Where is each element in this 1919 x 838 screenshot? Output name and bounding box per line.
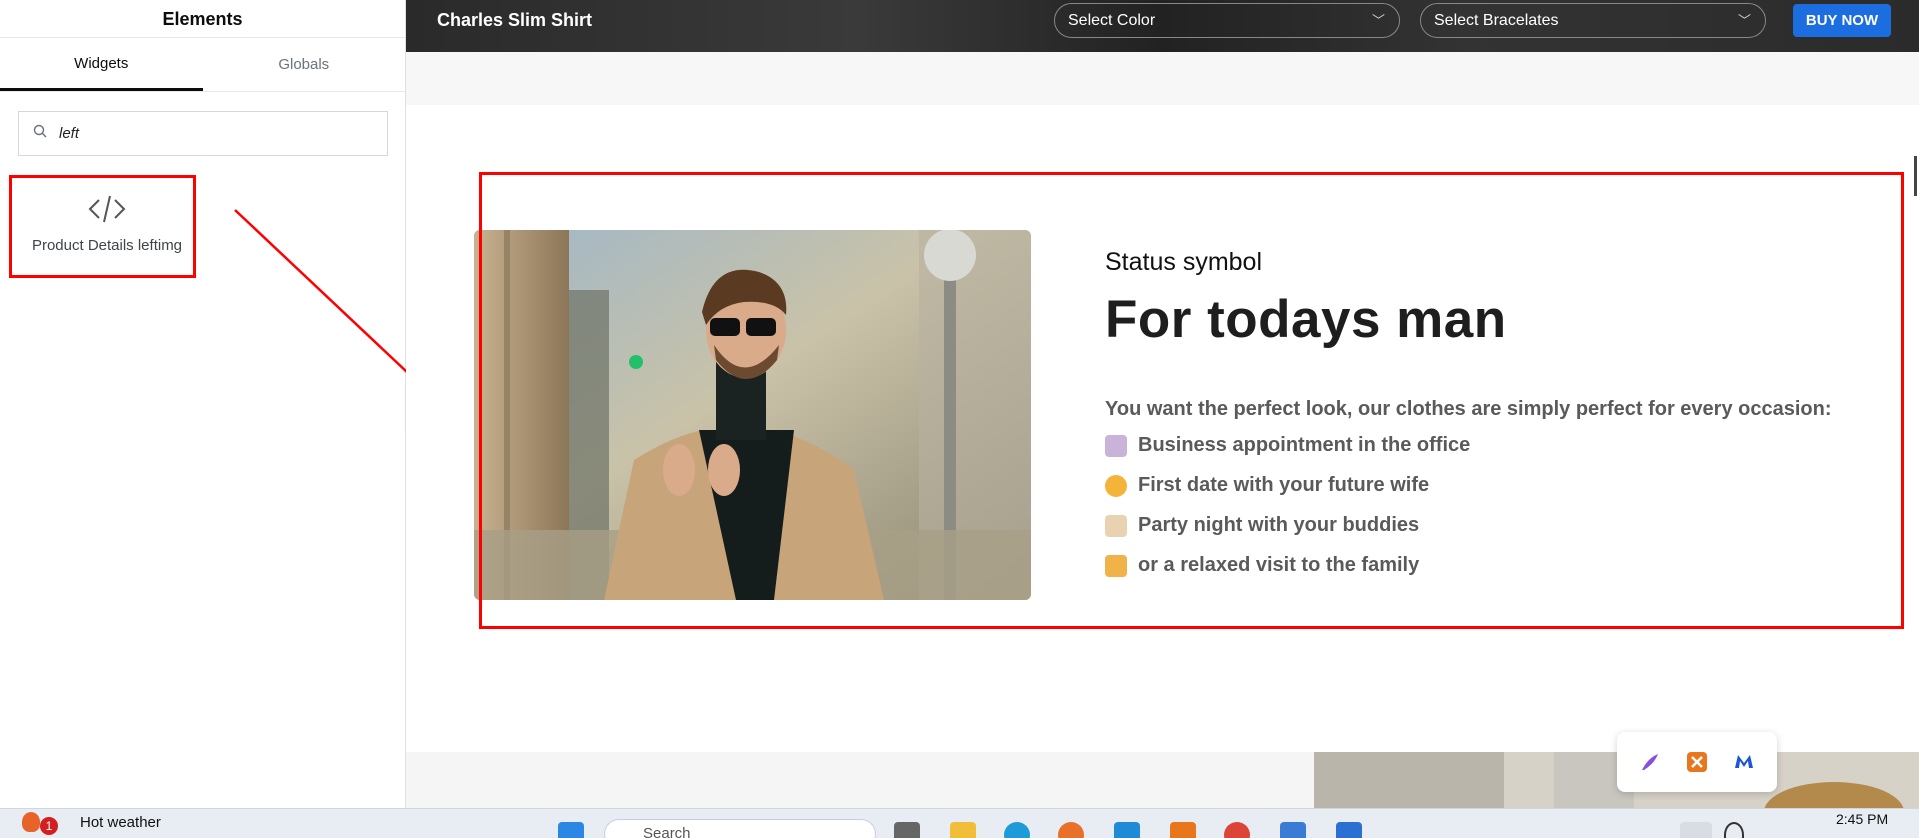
taskbar-search[interactable]: Search (604, 819, 876, 838)
list-item-text: First date with your future wife (1138, 474, 1430, 496)
chevron-down-icon: ﹀ (1737, 13, 1751, 28)
list-item-text: Party night with your buddies (1138, 514, 1420, 536)
xampp-taskbar-icon[interactable] (1170, 822, 1196, 838)
panel-tabs: Widgets Globals (0, 38, 405, 92)
windows-taskbar: Hot weather 1 Search 2:45 PM (0, 808, 1919, 838)
select-color-dropdown[interactable]: Select Color ﹀ (1054, 3, 1400, 38)
edge-icon[interactable] (1004, 822, 1030, 838)
smiling-face-hearts-icon (1105, 474, 1127, 497)
xampp-icon[interactable] (1685, 750, 1709, 774)
list-item: or a relaxed visit to the family (1105, 554, 1419, 577)
buy-now-button[interactable]: BUY NOW (1793, 4, 1891, 37)
section-divider-top (406, 52, 1919, 105)
page-canvas: Status symbol For todays man You want th… (406, 52, 1919, 808)
firefox-icon[interactable] (1058, 822, 1084, 838)
tab-widgets[interactable]: Widgets (0, 38, 203, 91)
widget-search-box[interactable] (18, 111, 388, 156)
tab-globals[interactable]: Globals (203, 38, 406, 91)
widget-product-details-leftimg[interactable]: Product Details leftimg (18, 178, 196, 270)
product-title: Charles Slim Shirt (437, 10, 593, 30)
select-color-label: Select Color (1068, 12, 1156, 29)
quill-icon[interactable] (1638, 750, 1662, 774)
list-item: First date with your future wife (1105, 474, 1429, 497)
list-item: Party night with your buddies (1105, 514, 1419, 537)
translator-icon[interactable] (1280, 822, 1306, 838)
file-explorer-icon[interactable] (950, 822, 976, 838)
app-icon[interactable] (1336, 822, 1362, 838)
malwarebytes-icon[interactable] (1732, 750, 1756, 774)
list-item-text: or a relaxed visit to the family (1138, 554, 1420, 576)
family-icon (1105, 554, 1127, 577)
taskbar-search-label: Search (643, 825, 691, 838)
person-at-desk-icon (1105, 434, 1127, 457)
section-headline: For todays man (1105, 290, 1507, 349)
widget-search-input[interactable] (59, 125, 379, 142)
sticky-product-bar: Charles Slim Shirt Select Color ﹀ Select… (406, 0, 1919, 52)
scrollbar-thumb[interactable] (1914, 156, 1917, 196)
list-item: Business appointment in the office (1105, 434, 1470, 457)
party-popper-icon (1105, 514, 1127, 537)
product-photo (474, 230, 1031, 600)
task-view-icon[interactable] (894, 822, 920, 838)
windows-start-icon[interactable] (558, 822, 584, 838)
select-bracelets-label: Select Bracelates (1434, 12, 1559, 29)
code-icon (18, 192, 196, 231)
weather-label: Hot weather (80, 813, 161, 831)
elements-panel: Elements Widgets Globals Product Details… (0, 0, 406, 808)
floating-extensions-tray (1617, 732, 1777, 792)
search-icon (33, 124, 47, 143)
select-bracelets-dropdown[interactable]: Select Bracelates ﹀ (1420, 3, 1766, 38)
wifi-icon[interactable] (1724, 822, 1744, 838)
chevron-down-icon: ﹀ (1371, 13, 1385, 28)
chrome-icon[interactable] (1224, 822, 1250, 838)
system-clock[interactable]: 2:45 PM (1836, 811, 1888, 827)
section-intro: You want the perfect look, our clothes a… (1105, 398, 1832, 420)
notification-badge: 1 (40, 817, 58, 835)
vscode-icon[interactable] (1114, 822, 1140, 838)
widget-label: Product Details leftimg (31, 237, 183, 254)
section-subtitle: Status symbol (1105, 248, 1263, 276)
list-item-text: Business appointment in the office (1138, 434, 1471, 456)
chevron-up-icon[interactable] (1680, 822, 1712, 838)
panel-title: Elements (0, 0, 405, 38)
flame-icon (22, 812, 40, 832)
